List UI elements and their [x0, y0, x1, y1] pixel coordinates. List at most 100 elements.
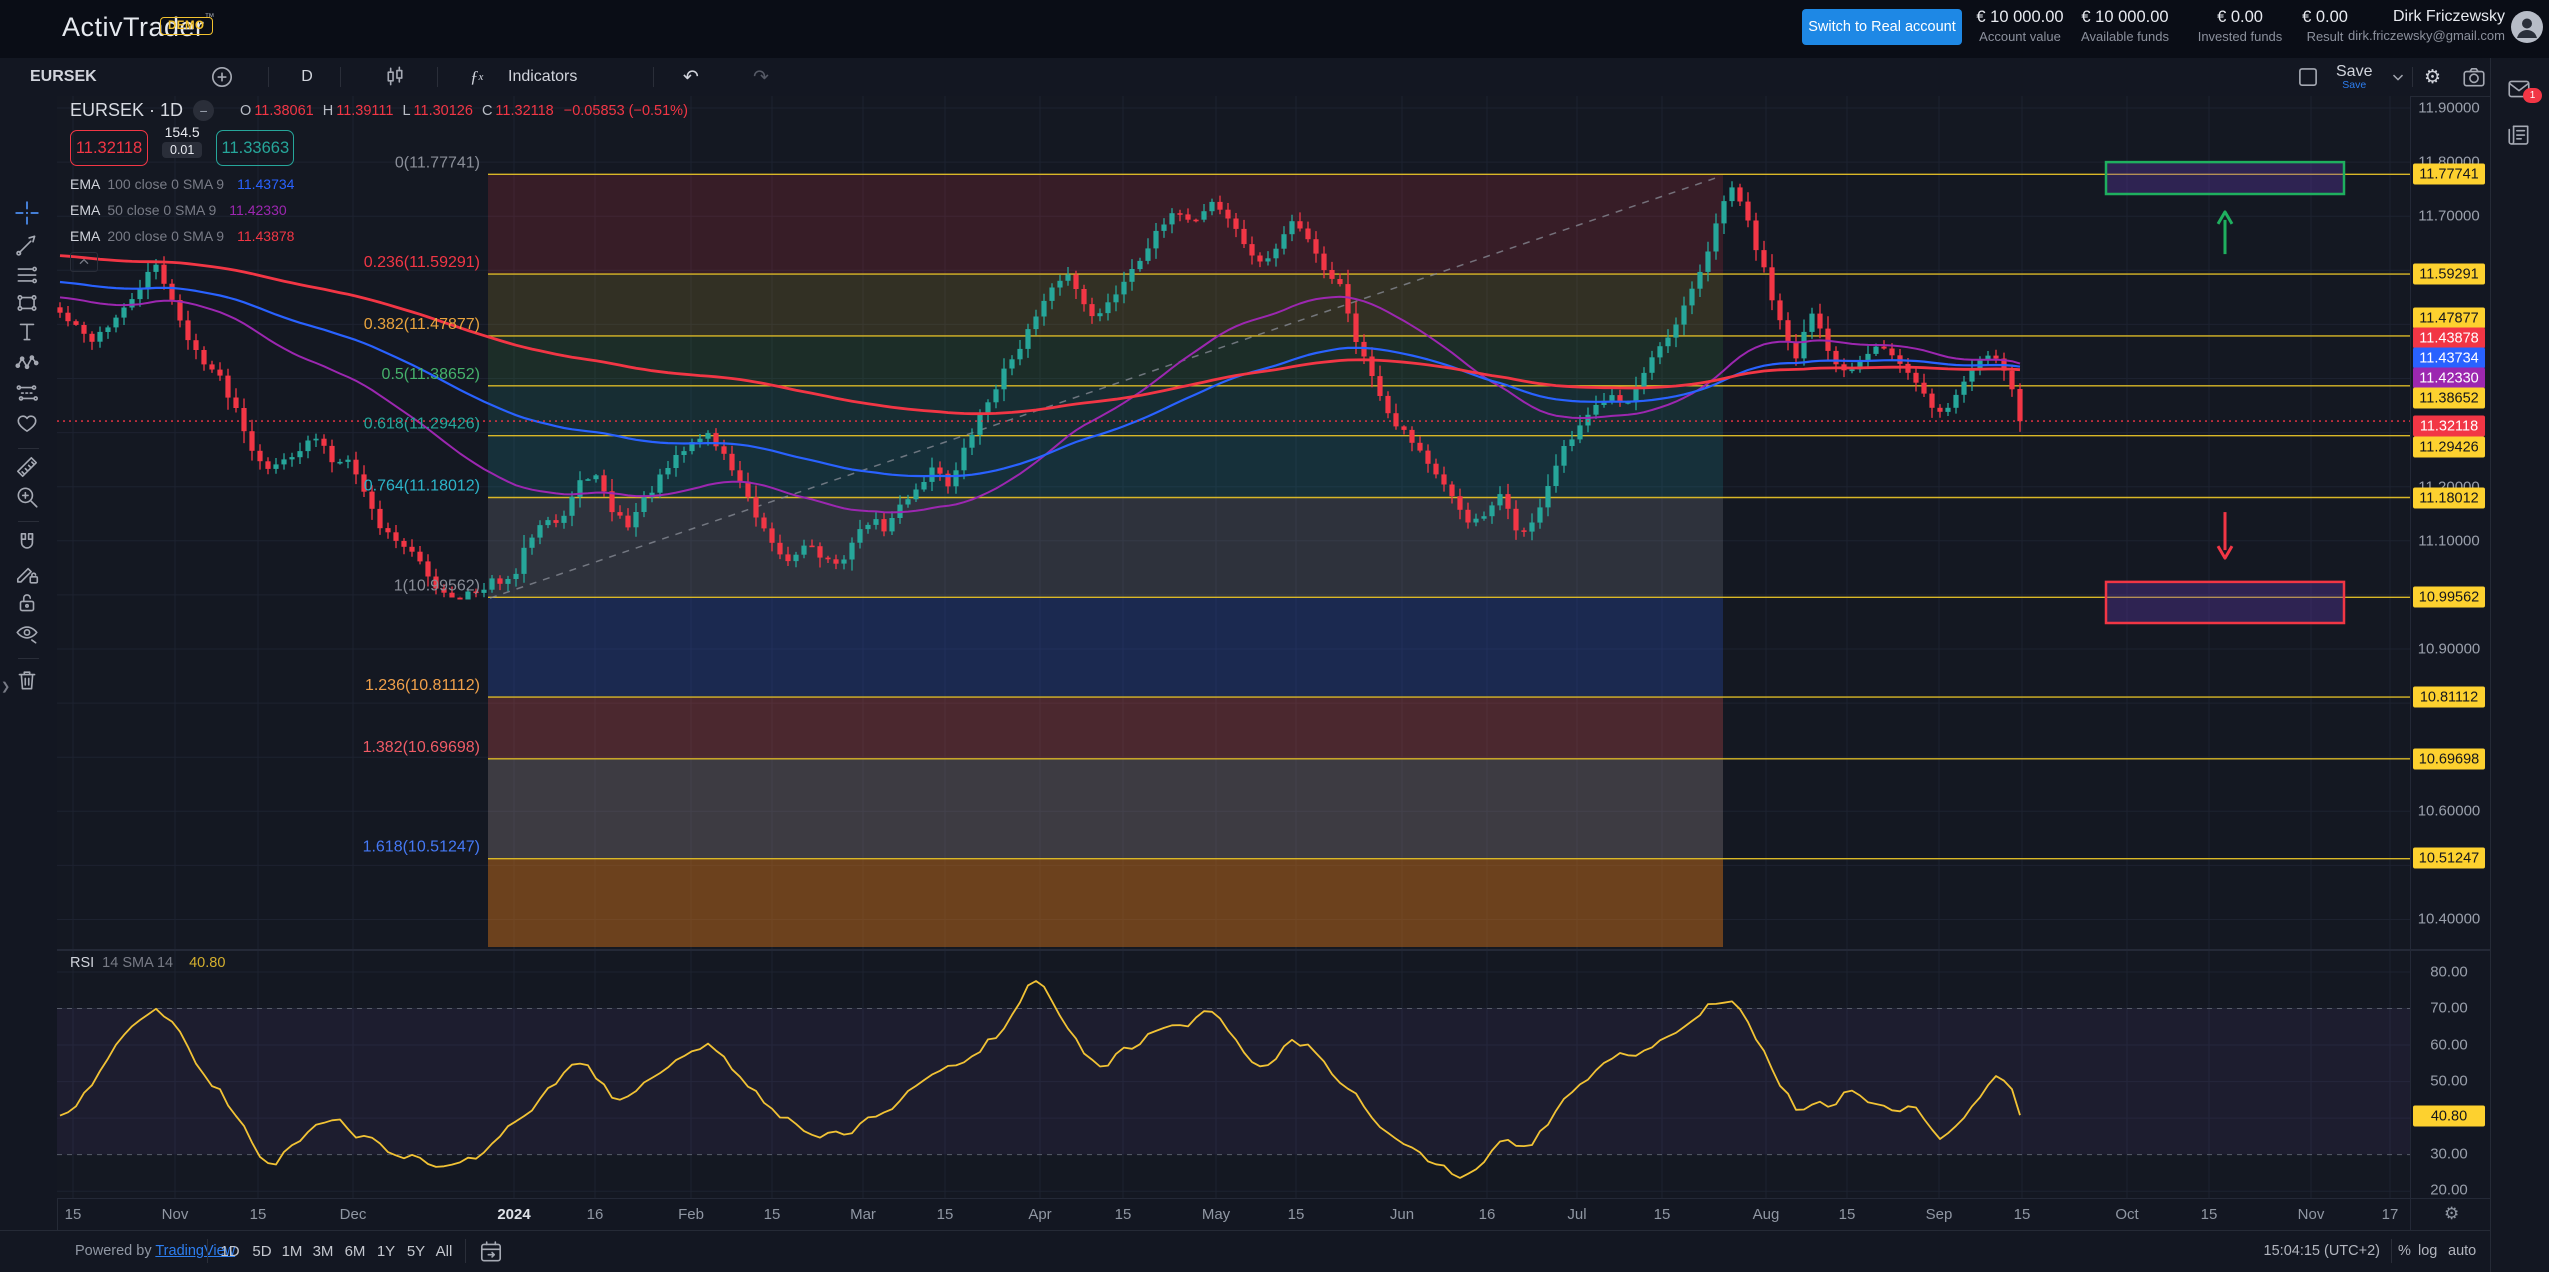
zoom-in-icon[interactable] [14, 484, 42, 512]
go-to-date-icon[interactable] [478, 1239, 504, 1265]
draw-lock-icon[interactable] [14, 560, 42, 588]
pane-separator[interactable] [57, 949, 2490, 951]
user-block[interactable]: Dirk Friczewsky dirk.friczewsky@gmail.co… [2348, 8, 2505, 43]
spread-block: 154.5 0.01 [162, 124, 202, 158]
range-button-1D[interactable]: 1D [216, 1241, 243, 1262]
chart-legend: EURSEK · 1D − O11.38061H11.39111L11.3012… [70, 100, 688, 272]
price-scale-border [2410, 96, 2411, 1230]
emoji-icon[interactable] [14, 410, 42, 438]
change-value: −0.05853 (−0.51%) [564, 103, 688, 119]
time-axis-label: 15 [937, 1206, 954, 1223]
price-scale-label: 40.80 [2413, 1106, 2485, 1127]
buy-button[interactable]: 11.33663 [216, 130, 294, 166]
range-button-1Y[interactable]: 1Y [373, 1241, 399, 1262]
svg-text:1(10.99562): 1(10.99562) [394, 577, 480, 594]
legend-minus-icon[interactable]: − [193, 100, 214, 121]
rsi-legend: RSI 14 SMA 14 40.80 [70, 955, 225, 971]
account-stat: € 0.00Result [2302, 8, 2348, 44]
price-scale-tick: 20.00 [2410, 1182, 2488, 1199]
price-scale-label: 10.81112 [2413, 687, 2485, 708]
price-scale-tick: 80.00 [2410, 964, 2488, 981]
shapes-icon[interactable] [14, 290, 42, 318]
account-stat: € 0.00Invested funds [2198, 8, 2283, 44]
pip-step: 0.01 [162, 142, 202, 158]
ema-legend-row[interactable]: EMA100 close 0 SMA 911.43734 [70, 176, 688, 192]
price-scale-tick: 11.70000 [2410, 208, 2488, 225]
range-button-6M[interactable]: 6M [341, 1241, 370, 1262]
ruler-icon[interactable] [14, 454, 42, 482]
time-axis-label: 15 [2014, 1206, 2031, 1223]
price-scale-tick: 70.00 [2410, 1000, 2488, 1017]
fx-icon[interactable]: ƒx [470, 58, 483, 96]
auto-scale-toggle[interactable]: auto [2448, 1243, 2476, 1259]
price-scale-tick: 10.40000 [2410, 911, 2488, 928]
range-button-All[interactable]: All [432, 1241, 457, 1262]
range-button-1M[interactable]: 1M [278, 1241, 307, 1262]
time-axis-label: 17 [2382, 1206, 2399, 1223]
trend-line-icon[interactable] [14, 232, 42, 260]
price-scale-tick: 11.90000 [2410, 100, 2488, 117]
price-scale-tick: 10.90000 [2410, 641, 2488, 658]
crosshair-icon[interactable] [14, 200, 42, 228]
price-scale-label: 11.59291 [2413, 264, 2485, 285]
indicators-button[interactable]: Indicators [508, 58, 577, 96]
svg-text:1.618(10.51247): 1.618(10.51247) [363, 839, 480, 856]
fib-retracement-icon[interactable] [14, 262, 42, 290]
symbol-add-icon[interactable] [206, 58, 238, 96]
layout-select-icon[interactable] [2294, 58, 2322, 96]
price-scale-tick: 60.00 [2410, 1037, 2488, 1054]
time-axis-label: 16 [1479, 1206, 1496, 1223]
ema-legend-row[interactable]: EMA200 close 0 SMA 911.43878 [70, 228, 688, 244]
toolbar-divider [18, 658, 39, 659]
range-button-5Y[interactable]: 5Y [403, 1241, 429, 1262]
notification-badge: 1 [2523, 88, 2542, 103]
percent-scale-toggle[interactable]: % [2398, 1243, 2411, 1259]
chevron-down-icon[interactable] [2388, 58, 2408, 96]
ema-legend-row[interactable]: EMA50 close 0 SMA 911.42330 [70, 202, 688, 218]
legend-collapse-icon[interactable] [70, 252, 98, 272]
clock[interactable]: 15:04:15 (UTC+2) [2180, 1243, 2380, 1259]
log-scale-toggle[interactable]: log [2418, 1243, 2437, 1259]
price-scale-tick: 11.10000 [2410, 533, 2488, 550]
forecast-icon[interactable] [14, 380, 42, 408]
sidebar-collapse-icon[interactable]: ❯ [1, 680, 10, 693]
trash-icon[interactable] [14, 667, 42, 695]
redo-icon[interactable]: ↷ [753, 58, 769, 96]
magnet-icon[interactable] [14, 530, 42, 558]
range-button-5D[interactable]: 5D [248, 1241, 275, 1262]
legend-symbol[interactable]: EURSEK · 1D [70, 100, 183, 121]
symbol-button[interactable]: EURSEK [30, 58, 97, 96]
undo-icon[interactable]: ↶ [683, 58, 699, 96]
account-stat: € 10 000.00Account value [1976, 8, 2063, 44]
pattern-icon[interactable] [14, 350, 42, 378]
range-button-3M[interactable]: 3M [309, 1241, 338, 1262]
rsi-title[interactable]: RSI [70, 955, 94, 971]
settings-gear-icon[interactable]: ⚙ [2424, 58, 2441, 96]
price-scale-label: 10.99562 [2413, 587, 2485, 608]
user-name: Dirk Friczewsky [2348, 8, 2505, 26]
sell-button[interactable]: 11.32118 [70, 130, 148, 166]
avatar[interactable] [2510, 10, 2544, 44]
time-axis-label: 2024 [497, 1206, 530, 1223]
lock-icon[interactable] [14, 590, 42, 618]
ema-rows: EMA100 close 0 SMA 911.43734 EMA50 close … [70, 176, 688, 244]
camera-icon[interactable] [2460, 58, 2488, 96]
switch-to-real-account-button[interactable]: Switch to Real account [1802, 9, 1962, 45]
timeframe-button[interactable]: D [292, 58, 322, 96]
time-axis-label: Nov [162, 1206, 189, 1223]
time-axis-label: Jul [1567, 1206, 1586, 1223]
time-axis-label: 15 [2201, 1206, 2218, 1223]
activtrader-window: ActivTrader™ DEMO Switch to Real account… [0, 0, 2549, 1272]
time-axis-gear-icon[interactable]: ⚙ [2444, 1204, 2459, 1224]
save-button[interactable]: Save Save [2336, 58, 2372, 96]
svg-text:0.764(11.18012): 0.764(11.18012) [364, 478, 480, 495]
chart-style-icon[interactable] [378, 58, 412, 96]
price-scale-label: 10.51247 [2413, 848, 2485, 869]
time-axis-label: Apr [1028, 1206, 1051, 1223]
text-icon[interactable] [14, 319, 42, 347]
price-scale-label: 11.42330 [2413, 368, 2485, 389]
eye-icon[interactable] [14, 620, 42, 648]
time-axis-label: 15 [1654, 1206, 1671, 1223]
news-icon[interactable] [2506, 122, 2534, 150]
toolbar-divider [18, 448, 39, 449]
